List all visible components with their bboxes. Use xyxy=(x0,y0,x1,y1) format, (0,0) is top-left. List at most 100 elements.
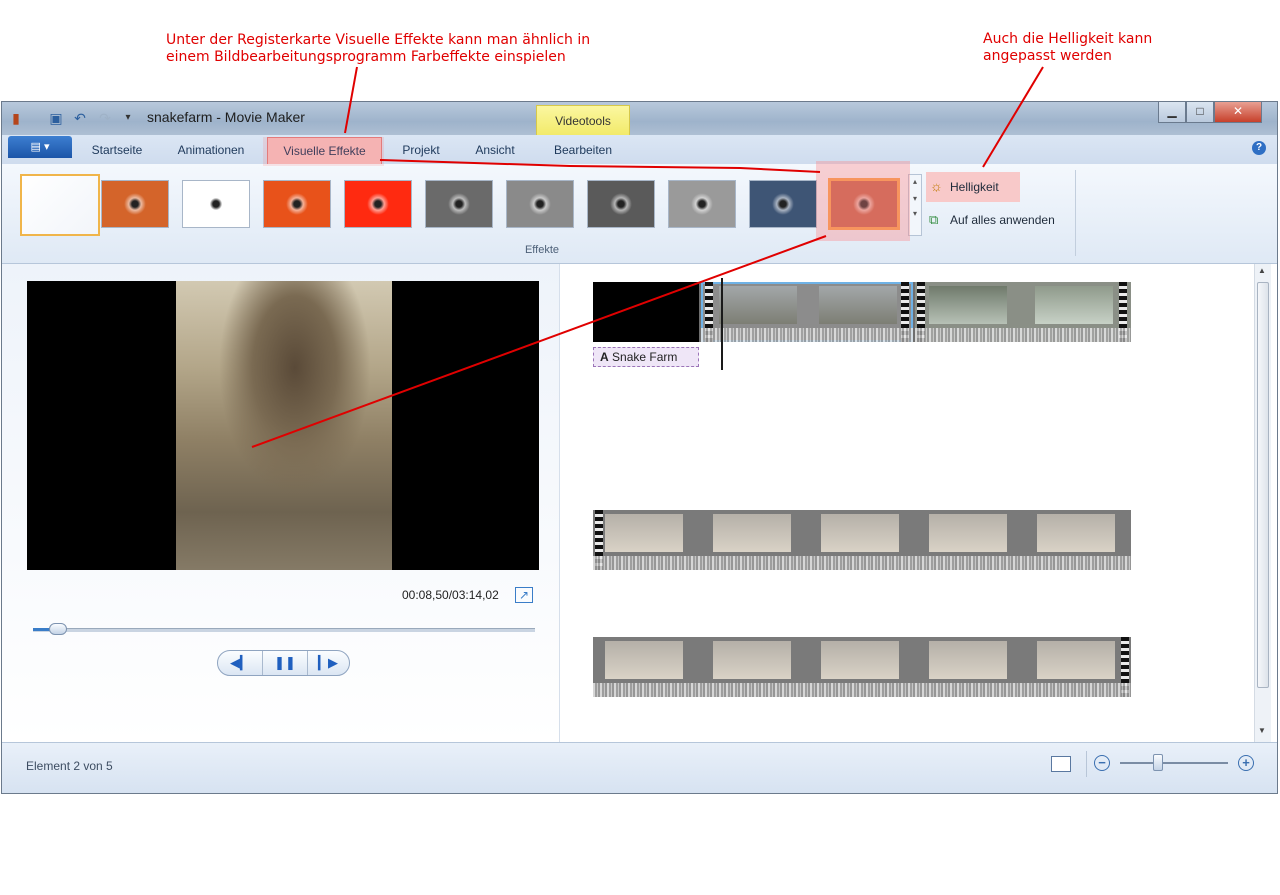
gallery-more-icon[interactable]: ▾ xyxy=(909,209,921,218)
effects-group-label: Effekte xyxy=(524,244,560,256)
movie-maker-app-icon[interactable]: ▮ xyxy=(8,110,24,126)
effect-thumbnail[interactable] xyxy=(182,180,250,228)
tab-ansicht[interactable]: Ansicht xyxy=(462,137,528,164)
effect-thumbnail[interactable] xyxy=(344,180,412,228)
clip-thumbnail xyxy=(1037,514,1115,552)
clip-thumbnail xyxy=(713,514,791,552)
redo-icon[interactable]: ↷ xyxy=(97,110,113,126)
apply-all-icon: ⧉ xyxy=(929,212,939,227)
next-frame-icon: ▎▶ xyxy=(318,655,338,670)
effect-flower-preview xyxy=(529,193,551,215)
brightness-annotation-line2: angepasst werden xyxy=(983,48,1112,64)
effect-flower-preview xyxy=(772,193,794,215)
effect-flower-preview xyxy=(691,193,713,215)
tab-animationen[interactable]: Animationen xyxy=(162,137,260,164)
maximize-button[interactable]: □ xyxy=(1186,102,1214,123)
gallery-up-icon[interactable]: ▴ xyxy=(909,177,921,186)
clip-thumbnail xyxy=(1035,286,1113,324)
caption-overlay[interactable]: A Snake Farm xyxy=(593,347,699,367)
clip-thumbnail xyxy=(929,641,1007,679)
storyboard-row-2 xyxy=(593,510,1131,570)
playhead[interactable] xyxy=(721,278,723,370)
gallery-down-icon[interactable]: ▾ xyxy=(909,194,921,203)
save-icon[interactable]: ▣ xyxy=(48,110,64,126)
zoom-out-icon[interactable]: − xyxy=(1094,755,1110,771)
effect-thumbnail-selected[interactable] xyxy=(828,178,900,230)
zoom-slider-thumb[interactable] xyxy=(1153,754,1163,771)
effect-thumbnail[interactable] xyxy=(425,180,493,228)
effect-flower-preview xyxy=(610,193,632,215)
apply-all-label: Auf alles anwenden xyxy=(950,213,1055,227)
movie-maker-window: ▮ ▣ ↶ ↷ ▾ snakefarm - Movie Maker Videot… xyxy=(1,101,1278,794)
brightness-button[interactable]: ☼ Helligkeit xyxy=(926,172,1020,202)
zoom-in-icon[interactable]: + xyxy=(1238,755,1254,771)
clip-thumbnail xyxy=(819,286,897,324)
brightness-label: Helligkeit xyxy=(950,180,999,194)
zoom-slider[interactable] xyxy=(1120,762,1228,764)
quick-access-dropdown-icon[interactable]: ▾ xyxy=(120,110,136,126)
preview-video-frame xyxy=(176,281,392,570)
effects-annotation-line2: einem Bildbearbeitungsprogramm Farbeffek… xyxy=(166,49,566,65)
storyboard-row-3 xyxy=(593,637,1131,697)
window-title: snakefarm - Movie Maker xyxy=(147,109,305,125)
scrollbar-thumb[interactable] xyxy=(1257,282,1269,688)
text-caption-icon: A xyxy=(600,350,609,364)
close-icon: ✕ xyxy=(1232,104,1244,118)
close-button[interactable]: ✕ xyxy=(1214,102,1262,123)
effects-annotation: Unter der Registerkarte Visuelle Effekte… xyxy=(166,32,590,66)
pause-button[interactable]: ❚❚ xyxy=(262,651,308,675)
effect-thumbnail[interactable] xyxy=(263,180,331,228)
status-text: Element 2 von 5 xyxy=(26,759,113,773)
minimize-icon: ▁ xyxy=(1167,104,1177,118)
seek-bar[interactable] xyxy=(33,628,535,632)
maximize-icon: □ xyxy=(1196,104,1204,118)
clip-3[interactable] xyxy=(915,282,1131,342)
previous-frame-icon: ◀▎ xyxy=(230,655,250,670)
brightness-annotation: Auch die Helligkeit kann angepasst werde… xyxy=(983,31,1152,65)
fullscreen-button[interactable]: ↗ xyxy=(515,587,533,603)
tab-startseite[interactable]: Startseite xyxy=(78,137,156,164)
effect-thumbnail[interactable] xyxy=(587,180,655,228)
effect-flower-preview xyxy=(124,193,146,215)
playback-controls: ◀▎ ❚❚ ▎▶ xyxy=(217,650,350,676)
effects-gallery-scroller[interactable]: ▴ ▾ ▾ xyxy=(908,174,922,236)
clip-thumbnail xyxy=(929,514,1007,552)
storyboard-row-1 xyxy=(593,282,1131,342)
minimize-button[interactable]: ▁ xyxy=(1158,102,1186,123)
ribbon-tab-row: ▤ ▾ Startseite Animationen Visuelle Effe… xyxy=(2,135,1277,164)
effect-thumbnail[interactable] xyxy=(20,174,100,236)
apply-to-all-button[interactable]: ⧉ Auf alles anwenden xyxy=(929,210,1071,230)
effect-thumbnail[interactable] xyxy=(668,180,736,228)
title-clip[interactable] xyxy=(593,282,699,342)
tab-bearbeiten[interactable]: Bearbeiten xyxy=(538,137,628,164)
clip-thumbnail xyxy=(605,641,683,679)
effect-flower-preview xyxy=(448,193,470,215)
preview-monitor[interactable] xyxy=(27,281,539,570)
caption-label: Snake Farm xyxy=(612,350,678,364)
timecode: 00:08,50/03:14,02 xyxy=(402,588,499,602)
scroll-up-icon[interactable]: ▲ xyxy=(1258,266,1266,275)
clip-thumbnail xyxy=(719,286,797,324)
scroll-down-icon[interactable]: ▼ xyxy=(1258,726,1266,735)
effect-thumbnail[interactable] xyxy=(101,180,169,228)
effect-flower-preview xyxy=(853,193,875,215)
clip-selected[interactable] xyxy=(701,282,913,342)
application-menu-button[interactable]: ▤ ▾ xyxy=(8,136,72,158)
ribbon-effects-panel: ▴ ▾ ▾ ☼ Helligkeit ⧉ Auf alles anwenden … xyxy=(2,164,1277,264)
storyboard-scrollbar[interactable]: ▲ ▼ xyxy=(1254,264,1271,742)
audio-waveform xyxy=(915,328,1131,342)
next-frame-button[interactable]: ▎▶ xyxy=(306,651,350,675)
undo-icon[interactable]: ↶ xyxy=(72,110,88,126)
audio-waveform xyxy=(593,683,1131,697)
seek-thumb[interactable] xyxy=(49,623,67,635)
audio-waveform xyxy=(593,556,1131,570)
effect-thumbnail[interactable] xyxy=(749,180,817,228)
clip-thumbnail xyxy=(713,641,791,679)
tab-projekt[interactable]: Projekt xyxy=(388,137,454,164)
effect-thumbnail[interactable] xyxy=(506,180,574,228)
help-icon[interactable]: ? xyxy=(1252,141,1266,155)
tab-visuelle-effekte[interactable]: Visuelle Effekte xyxy=(267,137,382,164)
thumbnail-size-icon[interactable] xyxy=(1051,756,1071,772)
clip-thumbnail xyxy=(605,514,683,552)
previous-frame-button[interactable]: ◀▎ xyxy=(218,651,262,675)
